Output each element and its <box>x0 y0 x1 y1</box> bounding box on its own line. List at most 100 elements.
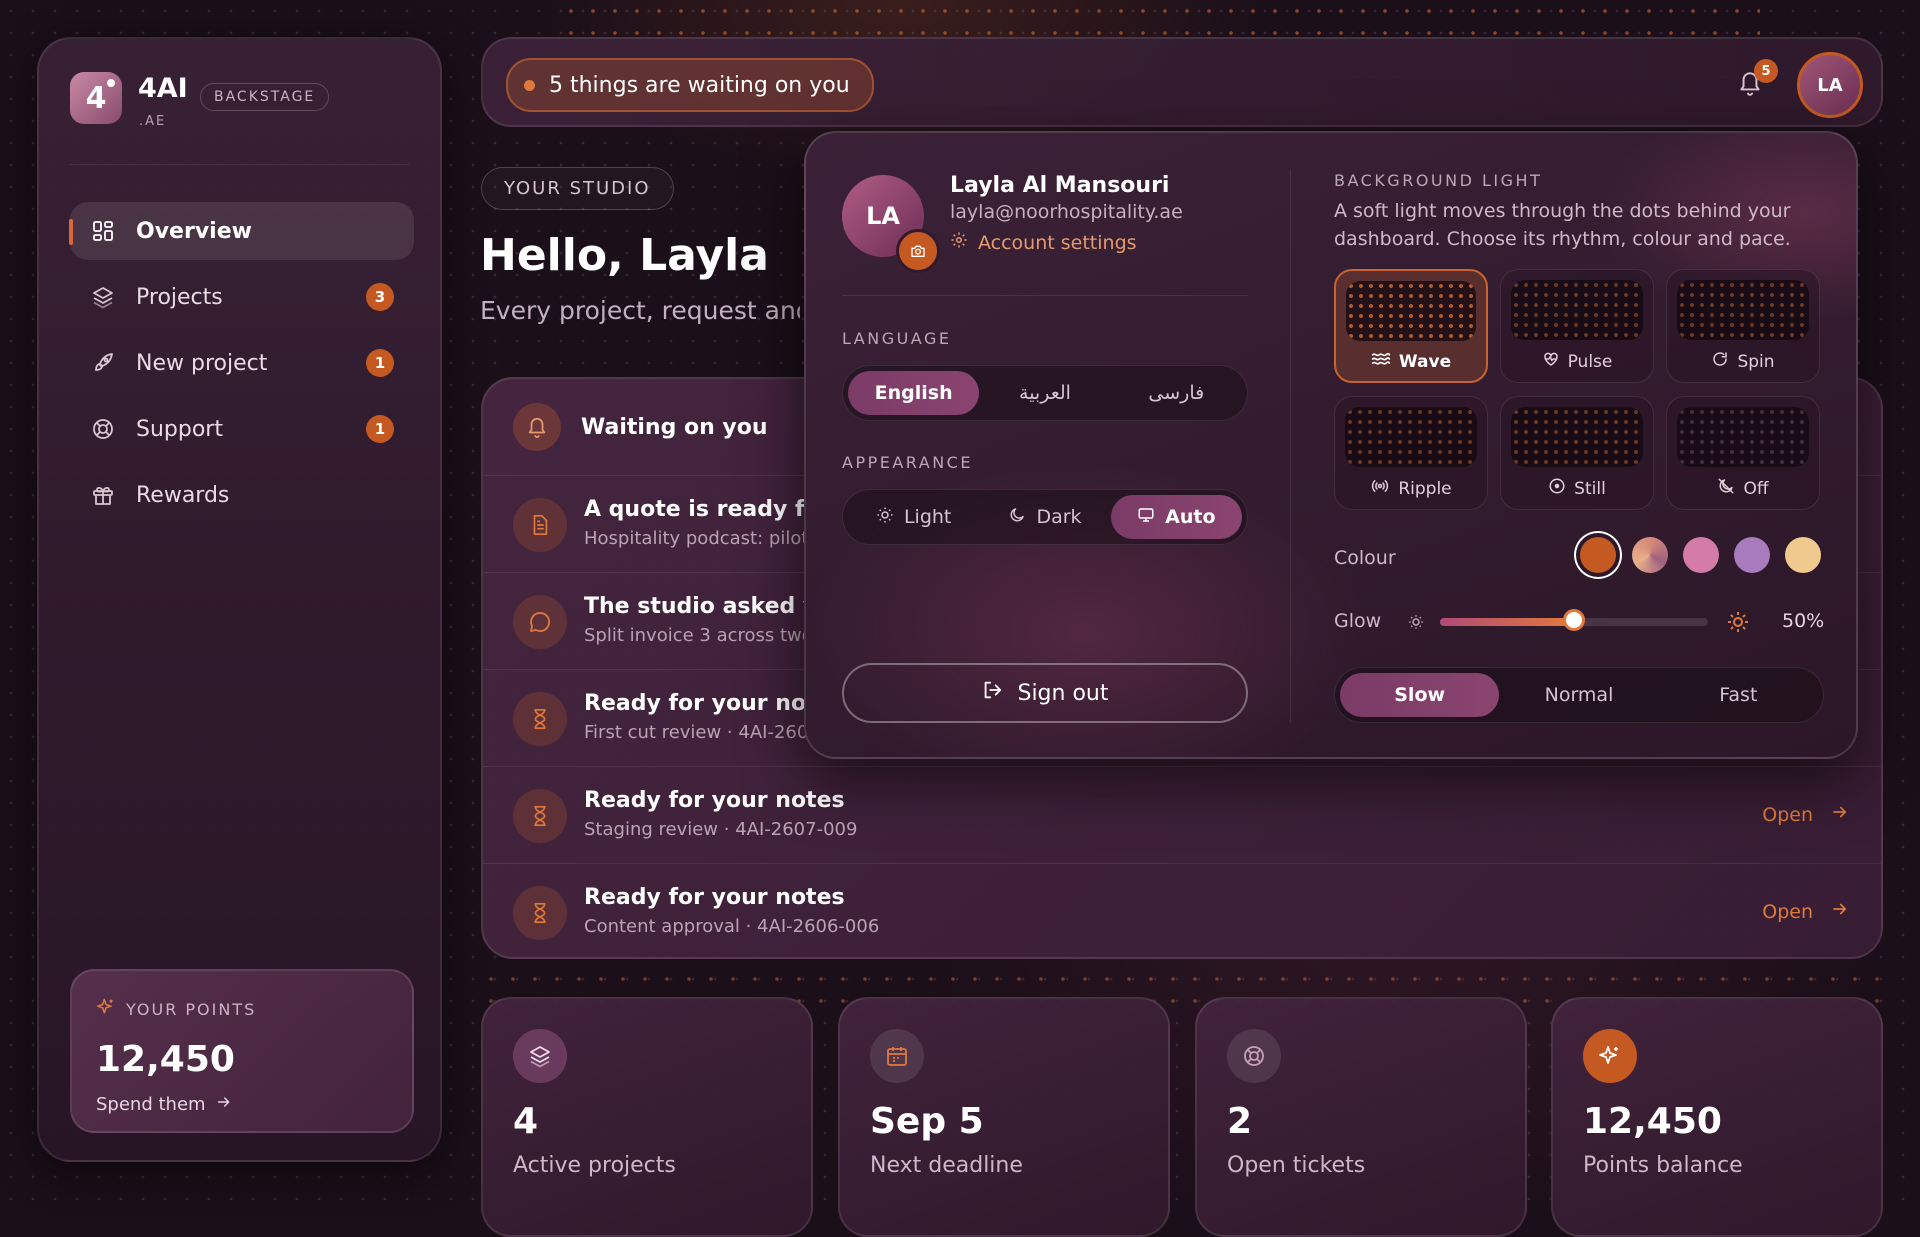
waiting-pill[interactable]: 5 things are waiting on you <box>506 58 874 112</box>
logo[interactable]: 4 <box>70 72 122 124</box>
appearance-option-label: Auto <box>1165 506 1216 528</box>
appearance-option-light[interactable]: Light <box>848 495 979 539</box>
rocket-icon <box>90 350 116 376</box>
language-selector: English العربية فارسی <box>842 365 1248 421</box>
ripple-preview <box>1345 407 1477 467</box>
light-mode-ripple[interactable]: Ripple <box>1334 396 1488 510</box>
glow-value: 50% <box>1782 610 1825 632</box>
open-link[interactable]: Open <box>1762 803 1849 826</box>
user-email: layla@noorhospitality.ae <box>950 201 1183 223</box>
speed-option-slow[interactable]: Slow <box>1340 673 1500 717</box>
stat-value: Sep 5 <box>870 1101 984 1142</box>
lifebuoy-icon <box>1227 1029 1281 1083</box>
appearance-option-dark[interactable]: Dark <box>979 495 1110 539</box>
glow-label: Glow <box>1334 610 1382 632</box>
light-mode-wave[interactable]: Wave <box>1334 269 1488 383</box>
profile-menu: LA Layla Al Mansouri layla@noorhospitali… <box>804 131 1858 759</box>
stat-card-active-projects[interactable]: 4 Active projects <box>481 997 813 1237</box>
colour-swatch-gradient[interactable] <box>1632 537 1668 573</box>
sign-out-button[interactable]: Sign out <box>842 663 1248 723</box>
light-mode-off[interactable]: Off <box>1666 396 1820 510</box>
glow-slider-fill <box>1440 618 1574 626</box>
layers-icon <box>90 284 116 310</box>
colour-swatch-pink[interactable] <box>1683 537 1719 573</box>
mode-label: Pulse <box>1567 351 1613 372</box>
sidebar-item-new-project[interactable]: New project 1 <box>70 334 414 392</box>
mode-label: Off <box>1743 478 1769 499</box>
language-option-arabic[interactable]: العربية <box>979 371 1110 415</box>
colour-swatch-orange[interactable] <box>1580 537 1616 573</box>
account-settings-label: Account settings <box>978 231 1137 254</box>
open-link[interactable]: Open <box>1762 900 1849 923</box>
stat-card-points-balance[interactable]: 12,450 Points balance <box>1551 997 1883 1237</box>
sidebar-item-rewards[interactable]: Rewards <box>70 466 414 524</box>
light-mode-spin[interactable]: Spin <box>1666 269 1820 383</box>
moon-off-icon <box>1717 477 1735 500</box>
off-preview <box>1677 407 1809 467</box>
camera-icon[interactable] <box>896 229 940 273</box>
points-label-row: YOUR POINTS <box>96 997 388 1021</box>
monitor-icon <box>1137 506 1155 529</box>
avatar[interactable]: LA <box>1797 52 1863 118</box>
moon-icon <box>1008 506 1026 529</box>
list-item[interactable]: Ready for your notes Staging review · 4A… <box>483 766 1881 864</box>
stat-card-open-tickets[interactable]: 2 Open tickets <box>1195 997 1527 1237</box>
background-light-label: BACKGROUND LIGHT <box>1334 171 1543 190</box>
top-bar: 5 things are waiting on you 5 LA <box>481 37 1883 127</box>
divider <box>1290 169 1291 723</box>
rotate-icon <box>1711 350 1729 373</box>
mode-label: Wave <box>1398 351 1452 372</box>
appearance-option-auto[interactable]: Auto <box>1110 495 1242 539</box>
speed-option-normal[interactable]: Normal <box>1499 673 1658 717</box>
stat-value: 12,450 <box>1583 1101 1722 1142</box>
points-card[interactable]: YOUR POINTS 12,450 Spend them <box>70 969 414 1133</box>
colour-label: Colour <box>1334 547 1396 569</box>
stat-value: 4 <box>513 1101 539 1142</box>
item-subtitle: Hospitality podcast: pilot <box>584 528 809 549</box>
gift-icon <box>90 482 116 508</box>
hourglass-icon <box>513 886 567 940</box>
language-option-persian[interactable]: فارسی <box>1111 371 1242 415</box>
studio-label: YOUR STUDIO <box>481 167 674 210</box>
stat-label: Active projects <box>513 1153 676 1178</box>
account-settings-link[interactable]: Account settings <box>950 231 1137 254</box>
background-light-description: A soft light moves through the dots behi… <box>1334 200 1791 250</box>
background-light-dots <box>560 0 1760 40</box>
speed-option-fast[interactable]: Fast <box>1659 673 1818 717</box>
status-dot <box>524 79 535 91</box>
wave-icon <box>1371 351 1391 372</box>
colour-swatch-lavender[interactable] <box>1734 537 1770 573</box>
wave-preview <box>1346 281 1476 341</box>
sidebar-item-support[interactable]: Support 1 <box>70 400 414 458</box>
item-subtitle: First cut review · 4AI-2608 <box>584 722 820 743</box>
spend-points-link[interactable]: Spend them <box>96 1094 388 1115</box>
colour-swatch-sand[interactable] <box>1785 537 1821 573</box>
spin-preview <box>1677 280 1809 340</box>
sun-bright-icon <box>1726 610 1750 638</box>
arrow-right-icon <box>1831 900 1849 923</box>
light-mode-still[interactable]: Still <box>1500 396 1654 510</box>
glow-slider[interactable] <box>1440 609 1708 631</box>
logo-mark: 4 <box>85 80 107 116</box>
sidebar-item-projects[interactable]: Projects 3 <box>70 268 414 326</box>
sidebar-item-overview[interactable]: Overview <box>69 202 414 260</box>
layers-icon <box>513 1029 567 1083</box>
sidebar-item-label: Projects <box>136 284 223 310</box>
sparkle-icon <box>96 997 116 1021</box>
stat-label: Open tickets <box>1227 1153 1366 1178</box>
user-name: Layla Al Mansouri <box>950 173 1170 198</box>
glow-slider-handle[interactable] <box>1563 609 1585 631</box>
arrow-right-icon <box>1831 803 1849 826</box>
speed-selector: Slow Normal Fast <box>1334 667 1824 723</box>
item-subtitle: Staging review · 4AI-2607-009 <box>584 819 858 840</box>
open-label: Open <box>1762 900 1813 923</box>
grid-icon <box>90 218 116 244</box>
page-title: Hello, Layla <box>480 230 769 281</box>
language-option-english[interactable]: English <box>848 371 980 415</box>
mode-label-row: Spin <box>1667 350 1819 373</box>
list-item[interactable]: Ready for your notes Content approval · … <box>483 863 1881 957</box>
light-mode-pulse[interactable]: Pulse <box>1500 269 1654 383</box>
stat-card-next-deadline[interactable]: Sep 5 Next deadline <box>838 997 1170 1237</box>
sidebar-nav: Overview Projects 3 New project 1 Suppor… <box>69 202 414 532</box>
dot-circle-icon <box>1548 477 1566 500</box>
